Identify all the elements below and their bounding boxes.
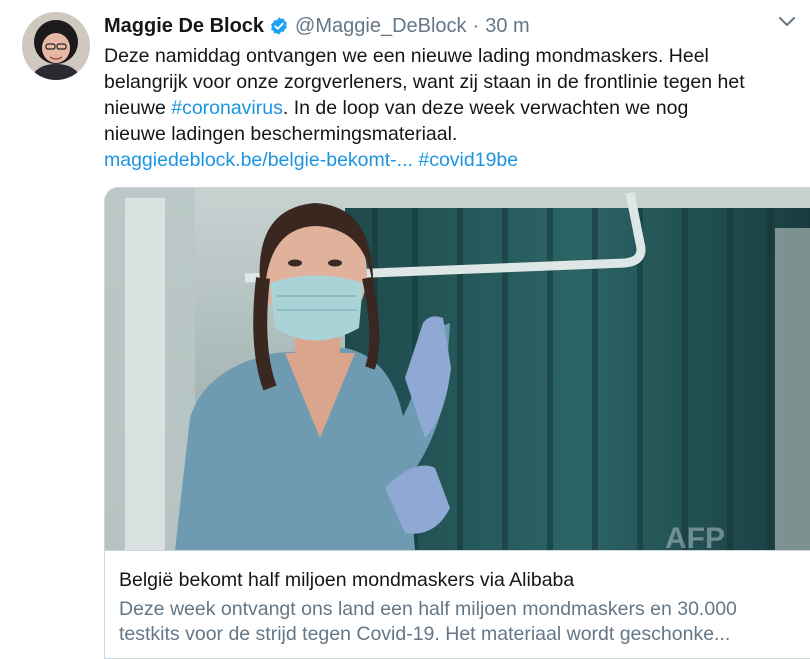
avatar[interactable] [22, 12, 90, 80]
tweet-text-line: Deze namiddag ontvangen we een nieuwe la… [104, 45, 709, 67]
card-description-line: testkits voor de strijd tegen Covid-19. … [119, 623, 731, 645]
nurse-with-mask-photo: AFP [105, 188, 810, 550]
article-url-link[interactable]: maggiedeblock.be/belgie-bekomt-... [104, 149, 413, 171]
tweet-text: Deze namiddag ontvangen we een nieuwe la… [104, 43, 804, 173]
link-preview-card[interactable]: AFP België bekomt half miljoen mondmaske… [104, 187, 810, 659]
hashtag-coronavirus-link[interactable]: #coronavirus [171, 97, 283, 119]
card-description-line: Deze week ontvangt ons land een half mil… [119, 598, 737, 620]
author-name[interactable]: Maggie De Block [104, 13, 264, 39]
tweet-text-segment: nieuwe [104, 97, 172, 119]
author-handle[interactable]: @Maggie_DeBlock [295, 13, 467, 39]
tweet-header: Maggie De Block @Maggie_DeBlock · 30 m [104, 13, 530, 39]
tweet-links-line: maggiedeblock.be/belgie-bekomt-... #covi… [104, 147, 804, 173]
tweet-text-segment: . In de loop van deze week verwachten we… [282, 97, 689, 119]
card-body: België bekomt half miljoen mondmaskers v… [105, 550, 810, 658]
card-title: België bekomt half miljoen mondmaskers v… [119, 569, 575, 591]
tweet-text-line: nieuwe #coronavirus. In de loop van deze… [104, 95, 804, 121]
hashtag-covid19be-link[interactable]: #covid19be [418, 149, 518, 171]
tweet-text-line: nieuwe ladingen beschermingsmateriaal. [104, 123, 458, 145]
svg-text:AFP: AFP [665, 522, 725, 550]
tweet-timestamp[interactable]: 30 m [485, 13, 529, 39]
card-description: Deze week ontvangt ons land een half mil… [119, 597, 809, 647]
verified-badge-icon [269, 16, 289, 36]
separator-dot: · [472, 15, 480, 37]
avatar-photo [22, 12, 90, 80]
chevron-down-icon [779, 17, 795, 26]
tweet-text-line: belangrijk voor onze zorgverleners, want… [104, 71, 745, 93]
more-options-button[interactable] [776, 14, 798, 30]
